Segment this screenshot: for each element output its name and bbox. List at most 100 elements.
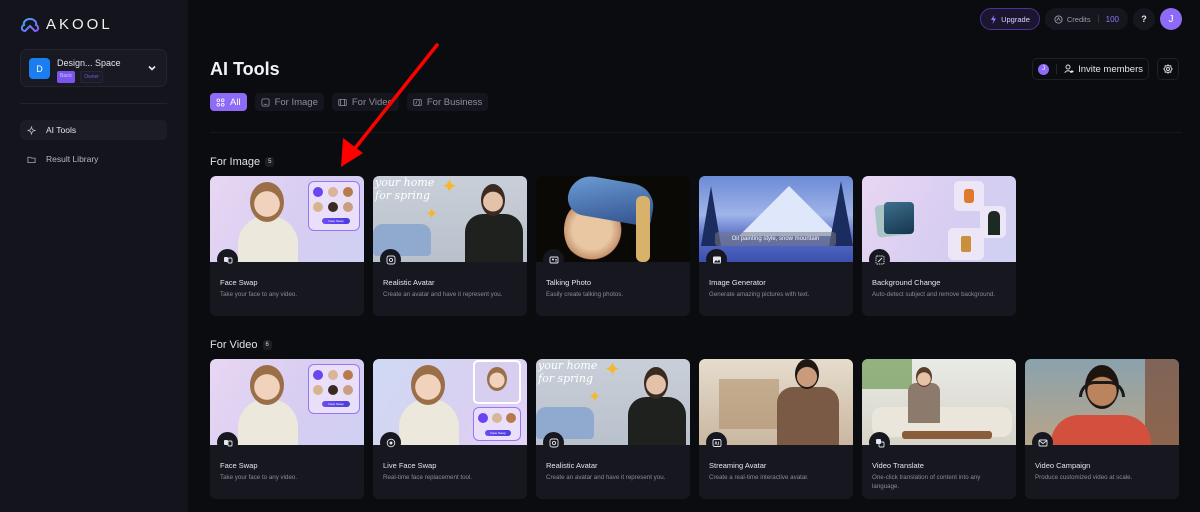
face-thumb <box>343 187 353 197</box>
card-thumbnail: your home for spring ✦ ✦ <box>536 359 690 445</box>
avatar-body <box>777 387 839 445</box>
arrow-head <box>341 138 363 167</box>
brand-logo[interactable]: AKOOL <box>20 16 113 33</box>
tool-card-face-swap-video[interactable]: Face Swap Face Swap Take your face to an… <box>210 359 364 499</box>
tool-card-image-generator[interactable]: Oil painting style, snow mountain Image … <box>699 176 853 316</box>
armchair <box>373 224 431 256</box>
user-avatar[interactable]: J <box>1160 8 1182 30</box>
card-title: Streaming Avatar <box>709 461 767 470</box>
image-icon <box>261 97 270 107</box>
tool-card-background-change[interactable]: Background Change Auto-detect subject an… <box>862 176 1016 316</box>
background-change-icon <box>875 255 884 264</box>
overlay-text: your home for spring <box>375 176 435 202</box>
sidebar-divider <box>20 103 167 104</box>
tab-for-video[interactable]: For Video <box>331 93 399 111</box>
tab-all[interactable]: All <box>210 93 247 111</box>
tab-label: For Business <box>426 96 483 108</box>
workspace-avatar: D <box>29 58 50 79</box>
card-icon <box>217 249 238 270</box>
presenter-head <box>916 367 932 387</box>
count-badge: 6 <box>262 340 272 350</box>
card-description: Create an avatar and have it represent y… <box>383 291 503 298</box>
tab-for-business[interactable]: For Business <box>406 93 489 111</box>
tool-card-video-translate[interactable]: Video Translate One-click translation of… <box>862 359 1016 499</box>
workspace-name: Design... Space <box>57 58 121 68</box>
face-thumb <box>313 202 323 212</box>
card-thumbnail <box>536 176 690 262</box>
sidebar-item-ai-tools[interactable]: AI Tools <box>20 120 167 140</box>
card-icon <box>869 432 890 453</box>
card-description: Create an avatar and have it represent y… <box>546 474 666 481</box>
tab-label: For Video <box>351 96 393 108</box>
credits-value: 100 <box>1105 14 1119 24</box>
card-description: Generate amazing pictures with text. <box>709 291 810 298</box>
card-icon <box>543 432 564 453</box>
avatar-icon <box>386 255 395 264</box>
tool-card-video-campaign[interactable]: Video Campaign Produce customized video … <box>1025 359 1179 499</box>
invite-label: Invite members <box>1078 63 1143 75</box>
window-plants <box>862 359 912 389</box>
video-tools-grid: Face Swap Face Swap Take your face to an… <box>210 359 1179 499</box>
card-icon <box>869 249 890 270</box>
sidebar-item-label: AI Tools <box>46 125 77 135</box>
card-description: Easily create talking photos. <box>546 291 624 298</box>
tool-card-face-swap[interactable]: Face Swap Face Swap Take your face to an… <box>210 176 364 316</box>
avatar-head <box>411 365 445 405</box>
face-thumb <box>492 413 502 423</box>
avatar-head <box>250 182 284 222</box>
gear-icon <box>1163 64 1173 74</box>
card-thumbnail: Face Swap <box>373 359 527 445</box>
portrait-cloth <box>636 196 650 262</box>
face-swap-panel: Face Swap <box>308 364 360 414</box>
tool-card-live-face-swap[interactable]: Face Swap Live Face Swap Real-time face … <box>373 359 527 499</box>
settings-button[interactable] <box>1157 58 1179 80</box>
tool-card-realistic-avatar[interactable]: your home for spring ✦ ✦ Realistic Avata… <box>373 176 527 316</box>
add-face-icon <box>313 187 323 197</box>
members-box: J Invite members <box>1032 58 1149 80</box>
card-thumbnail: Face Swap <box>210 176 364 262</box>
avatar-head <box>795 359 819 389</box>
card-title: Live Face Swap <box>383 461 437 470</box>
brand-name: AKOOL <box>46 16 113 33</box>
card-title: Talking Photo <box>546 278 592 287</box>
credits-button[interactable]: Credits 100 <box>1044 8 1128 30</box>
workspace-switcher[interactable]: D Design... Space Basic Owner <box>20 49 167 87</box>
card-description: Auto-detect subject and remove backgroun… <box>872 291 996 298</box>
sidebar: AKOOL D Design... Space Basic Owner AI T… <box>0 0 188 512</box>
face-thumb <box>328 370 338 380</box>
avatar-icon <box>549 438 558 447</box>
card-description: Real-time face replacement tool. <box>383 474 473 481</box>
count-badge: 5 <box>265 157 275 167</box>
avatar-body <box>238 399 298 445</box>
help-button[interactable]: ? <box>1133 8 1155 30</box>
sparkle-icon: ✦ <box>425 206 439 223</box>
card-title: Video Translate <box>872 461 924 470</box>
face-swap-panel: Face Swap <box>473 407 521 441</box>
card-icon <box>706 432 727 453</box>
tool-card-realistic-avatar-video[interactable]: your home for spring ✦ ✦ Realistic Avata… <box>536 359 690 499</box>
tab-label: All <box>230 96 241 108</box>
card-title: Image Generator <box>709 278 766 287</box>
tool-card-talking-photo[interactable]: Talking Photo Easily create talking phot… <box>536 176 690 316</box>
tab-for-image[interactable]: For Image <box>254 93 324 111</box>
sparkle-icon: ✦ <box>441 176 458 198</box>
upgrade-button[interactable]: Upgrade <box>980 8 1040 30</box>
sparkle-icon: ✦ <box>604 359 621 381</box>
chevron-down-icon[interactable] <box>146 62 158 74</box>
cutout-tile <box>954 181 984 211</box>
tab-label: For Image <box>274 96 318 108</box>
card-description: Take your face to any video. <box>220 474 298 481</box>
tool-card-streaming-avatar[interactable]: Streaming Avatar Create a real-time inte… <box>699 359 853 499</box>
member-avatar[interactable]: J <box>1038 63 1050 75</box>
card-icon <box>543 249 564 270</box>
sidebar-item-result-library[interactable]: Result Library <box>20 149 167 169</box>
akool-logo-icon <box>20 17 40 32</box>
invite-members-button[interactable]: Invite members <box>1064 64 1143 75</box>
face-swap-icon <box>223 439 232 446</box>
translate-icon <box>875 438 884 447</box>
card-thumbnail: Face Swap <box>210 359 364 445</box>
page-title: AI Tools <box>210 59 280 79</box>
mountain <box>739 186 839 236</box>
card-icon <box>380 249 401 270</box>
card-icon <box>706 249 727 270</box>
